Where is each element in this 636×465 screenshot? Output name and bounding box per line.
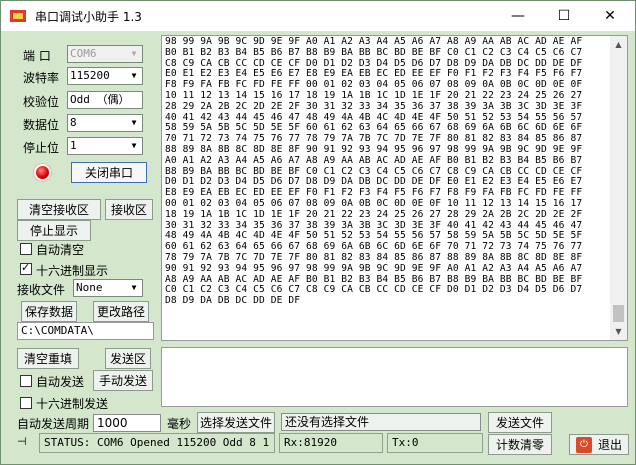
rx-counter: Rx:81920 — [279, 433, 383, 453]
reset-count-button[interactable]: 计数清零 — [488, 434, 552, 455]
chevron-down-icon: ▼ — [131, 71, 137, 80]
chevron-down-icon: ▼ — [131, 118, 137, 127]
baud-value: 115200 — [70, 69, 110, 82]
receive-file-select[interactable]: None ▼ — [73, 279, 143, 297]
save-path-field[interactable]: C:\COMDATA\ — [17, 322, 154, 340]
port-label: 端 口 — [23, 49, 51, 63]
title-bar: 串口调试小助手 1.3 — ☐ ✕ — [1, 1, 635, 31]
receive-line: A0 A1 A2 A3 A4 A5 A6 A7 A8 A9 AA AB AC A… — [165, 154, 583, 166]
exit-label: 退出 — [597, 438, 622, 452]
close-button[interactable]: ✕ — [587, 1, 633, 31]
hex-display-checkbox[interactable] — [20, 261, 32, 275]
app-icon — [10, 10, 26, 22]
clear-receive-button[interactable]: 清空接收区 — [17, 199, 101, 220]
receive-line: 28 29 2A 2B 2C 2D 2E 2F 30 31 32 33 34 3… — [165, 100, 583, 112]
receive-line: 18 19 1A 1B 1C 1D 1E 1F 20 21 22 23 24 2… — [165, 208, 583, 220]
chevron-down-icon: ▼ — [131, 141, 137, 150]
chevron-down-icon: ▼ — [131, 283, 137, 292]
period-unit-label: 毫秒 — [167, 417, 192, 431]
databits-label: 数据位 — [23, 118, 60, 132]
auto-send-checkbox[interactable] — [20, 375, 32, 387]
receive-line: B0 B1 B2 B3 B4 B5 B6 B7 B8 B9 BA BB BC B… — [165, 46, 583, 58]
stopbits-label: 停止位 — [23, 141, 60, 155]
receive-file-value: None — [76, 281, 103, 294]
window-title: 串口调试小助手 1.3 — [35, 10, 142, 24]
parity-label: 校验位 — [23, 95, 60, 109]
main-window: 串口调试小助手 1.3 — ☐ ✕ 端 口 COM6 ▼ 波特率 115200 … — [0, 0, 636, 465]
send-period-label: 自动发送周期 — [17, 417, 90, 431]
send-area-button[interactable]: 发送区 — [105, 348, 151, 369]
stopbits-select[interactable]: 1 ▼ — [67, 137, 143, 155]
exit-icon: ⏻ — [575, 436, 592, 453]
receive-scrollbar[interactable]: ▲ ▼ — [610, 36, 627, 340]
hex-send-label: 十六进制发送 — [36, 397, 109, 411]
stop-display-button[interactable]: 停止显示 — [17, 220, 91, 241]
minimize-icon: — — [511, 8, 525, 24]
databits-value: 8 — [70, 116, 77, 129]
port-status-led-icon — [36, 166, 49, 179]
clear-send-button[interactable]: 清空重填 — [17, 348, 79, 369]
file-status-field: 还没有选择文件 — [281, 413, 481, 431]
port-select[interactable]: COM6 ▼ — [67, 45, 143, 63]
status-text: STATUS: COM6 Opened 115200 Odd 8 1 — [39, 433, 275, 453]
change-path-button[interactable]: 更改路径 — [93, 301, 149, 322]
auto-send-label: 自动发送 — [36, 375, 85, 389]
resize-grip-icon: ⊣ — [17, 435, 27, 448]
send-text-area[interactable] — [161, 347, 628, 407]
auto-clear-checkbox[interactable] — [20, 243, 32, 255]
databits-select[interactable]: 8 ▼ — [67, 114, 143, 132]
maximize-button[interactable]: ☐ — [541, 1, 587, 31]
choose-send-file-button[interactable]: 选择发送文件 — [197, 412, 275, 433]
receive-line: 90 91 92 93 94 95 96 97 98 99 9A 9B 9C 9… — [165, 262, 583, 274]
baud-select[interactable]: 115200 ▼ — [67, 67, 143, 85]
receive-line: D8 D9 DA DB DC DD DE DF — [165, 295, 301, 307]
parity-select[interactable]: Odd （偶） — [67, 91, 143, 109]
scrollbar-thumb[interactable] — [613, 305, 624, 322]
stopbits-value: 1 — [70, 139, 77, 152]
receive-area-button[interactable]: 接收区 — [105, 199, 153, 220]
scroll-down-icon[interactable]: ▼ — [610, 323, 627, 340]
send-file-button[interactable]: 发送文件 — [488, 412, 552, 433]
save-data-button[interactable]: 保存数据 — [21, 301, 77, 322]
baud-label: 波特率 — [23, 71, 60, 85]
manual-send-button[interactable]: 手动发送 — [93, 370, 153, 391]
received-hex-data: 98 99 9A 9B 9C 9D 9E 9F A0 A1 A2 A3 A4 A… — [165, 36, 605, 307]
send-period-input[interactable]: 1000 — [93, 414, 161, 432]
exit-button[interactable]: ⏻ 退出 — [569, 434, 629, 455]
hex-send-checkbox[interactable] — [20, 397, 32, 409]
hex-display-label: 十六进制显示 — [36, 264, 109, 278]
auto-clear-label: 自动清空 — [36, 243, 85, 257]
minimize-button[interactable]: — — [495, 1, 541, 31]
maximize-icon: ☐ — [557, 8, 571, 24]
parity-value: Odd （偶） — [70, 93, 130, 106]
scroll-up-icon[interactable]: ▲ — [610, 36, 627, 53]
tx-counter: Tx:0 — [387, 433, 483, 453]
receive-text-area[interactable]: 98 99 9A 9B 9C 9D 9E 9F A0 A1 A2 A3 A4 A… — [161, 35, 628, 341]
receive-file-label: 接收文件 — [17, 283, 66, 297]
chevron-down-icon: ▼ — [131, 49, 137, 58]
port-value: COM6 — [70, 47, 97, 60]
close-port-button[interactable]: 关闭串口 — [71, 162, 147, 183]
close-icon: ✕ — [604, 8, 616, 24]
